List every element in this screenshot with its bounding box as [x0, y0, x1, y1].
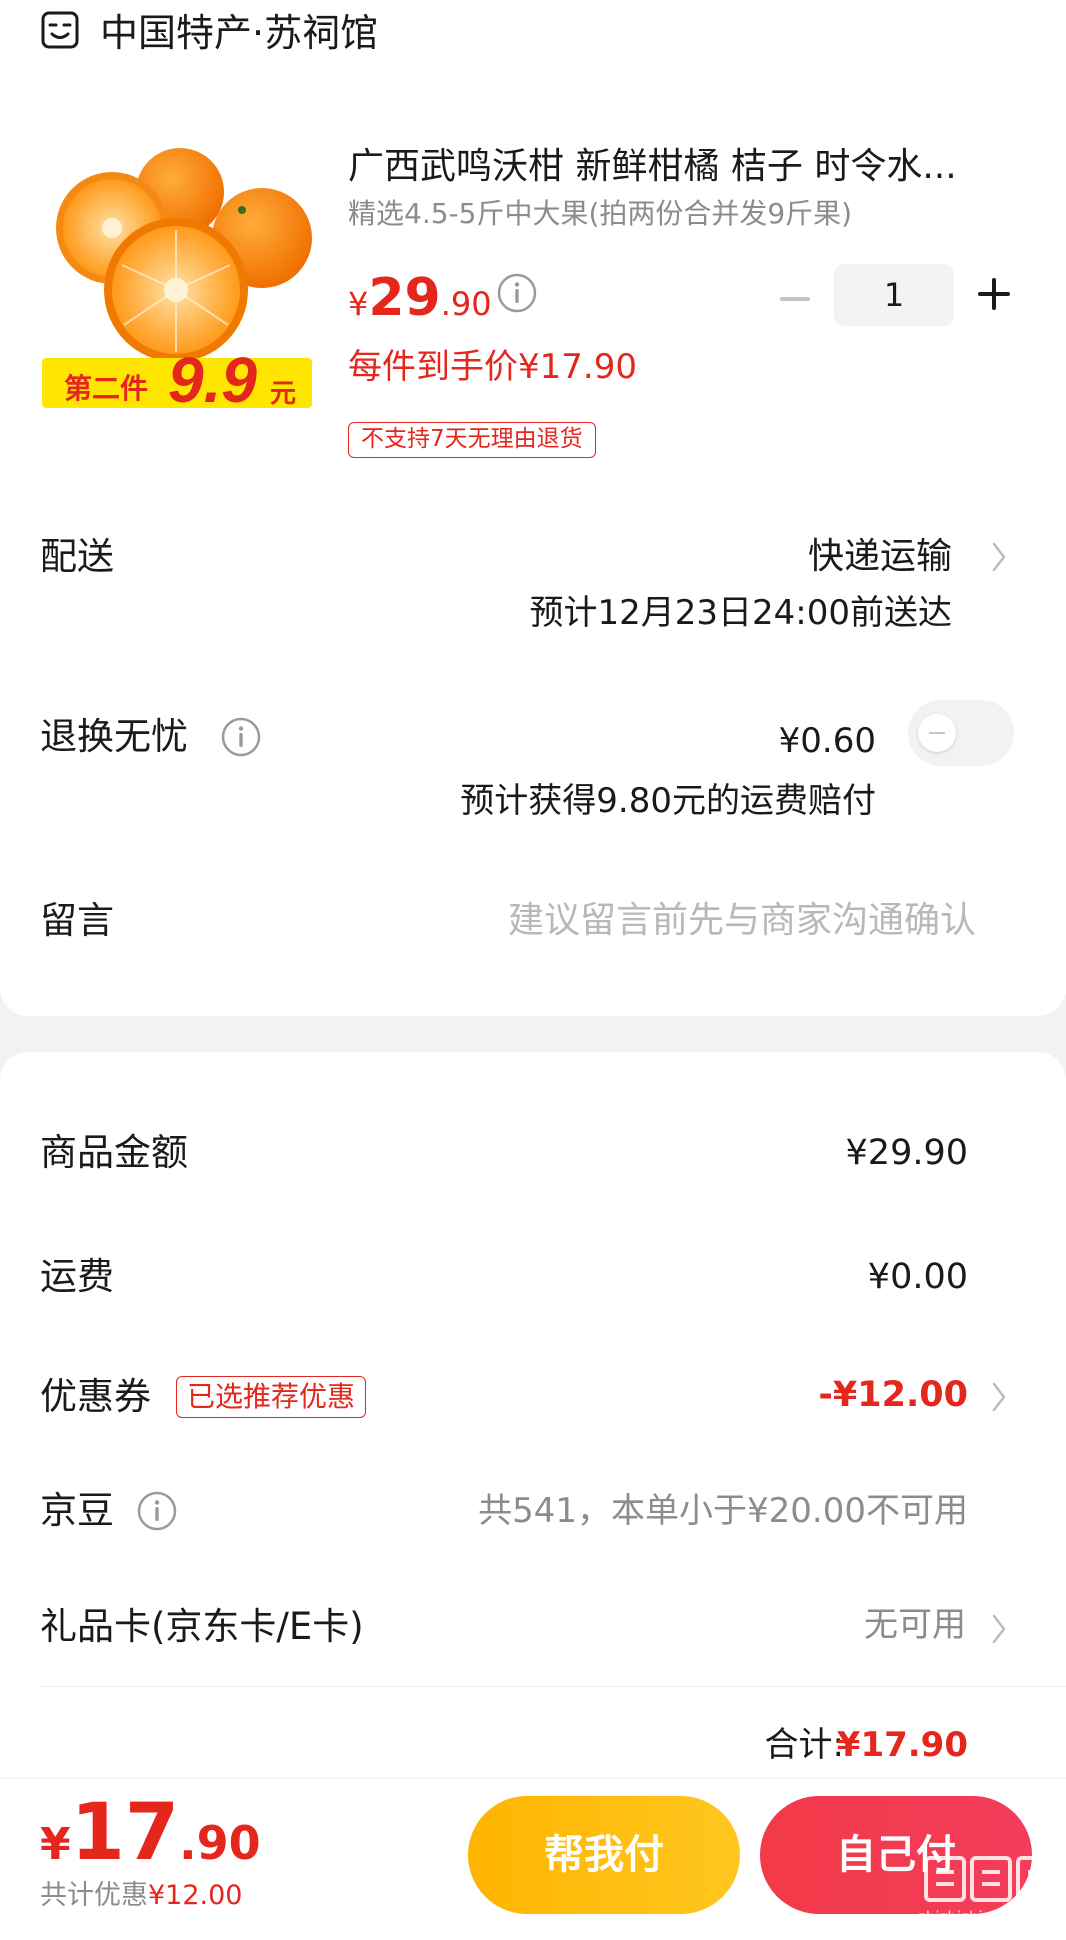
worry-free-toggle[interactable]	[908, 700, 1014, 766]
shop-name[interactable]: 中国特产·苏祠馆	[100, 8, 378, 58]
price-info-icon[interactable]	[496, 272, 538, 314]
image-badge-suffix: 元	[270, 378, 296, 408]
total-discount-value: ¥12.00	[148, 1880, 243, 1911]
increase-quantity-button[interactable]	[976, 276, 1012, 312]
message-label: 留言	[40, 899, 114, 942]
worry-free-info-icon[interactable]	[220, 716, 262, 758]
pay-total: ¥17.90	[40, 1788, 261, 1878]
decrease-quantity-button[interactable]	[778, 282, 812, 316]
goods-amount-value: ¥29.90	[845, 1133, 968, 1173]
delivery-chevron-icon[interactable]	[990, 540, 1008, 574]
giftcard-chevron-icon[interactable]	[990, 1612, 1008, 1646]
worry-free-desc: 预计获得9.80元的运费赔付	[460, 781, 876, 821]
image-badge-value: 9.9	[168, 344, 257, 416]
return-policy-tag: 不支持7天无理由退货	[348, 422, 596, 458]
price-symbol: ¥	[348, 285, 369, 323]
summary-divider	[40, 1686, 1066, 1687]
toggle-knob	[918, 714, 956, 752]
product-spec: 精选4.5-5斤中大果(拍两份合并发9斤果)	[348, 197, 853, 230]
total-value: ¥17.90	[836, 1725, 968, 1765]
worry-free-label: 退换无忧	[40, 715, 188, 758]
beans-info-icon[interactable]	[136, 1490, 178, 1532]
product-price: ¥29.90	[348, 268, 492, 328]
image-badge-prefix: 第二件	[64, 372, 148, 404]
shipping-label: 运费	[40, 1255, 114, 1298]
giftcard-value[interactable]: 无可用	[864, 1600, 966, 1650]
delivery-eta: 预计12月23日24:00前送达	[529, 593, 952, 633]
total-discount-label: 共计优惠	[40, 1880, 148, 1911]
delivery-label: 配送	[40, 535, 114, 578]
shipping-value: ¥0.00	[867, 1257, 968, 1297]
beans-label: 京豆	[40, 1489, 114, 1532]
delivery-method[interactable]: 快递运输	[808, 532, 952, 582]
pay-total-decimal: .90	[179, 1816, 261, 1870]
product-title[interactable]: 广西武鸣沃柑 新鲜柑橘 桔子 时令水...	[348, 142, 1018, 192]
total-discount: 共计优惠¥12.00	[40, 1876, 242, 1916]
help-pay-button[interactable]: 帮我付	[468, 1796, 740, 1914]
message-input[interactable]: 建议留言前先与商家沟通确认	[508, 896, 976, 946]
hand-price: 每件到手价¥17.90	[348, 347, 637, 387]
watermark-text: zhizhizhi.com	[918, 1908, 1020, 1926]
total-label: 合计:	[764, 1725, 844, 1765]
quantity-input[interactable]: 1	[834, 264, 954, 326]
product-image[interactable]: 第二件 9.9 元	[40, 140, 314, 416]
coupon-label: 优惠券	[40, 1375, 151, 1418]
pay-total-integer: 17	[70, 1788, 180, 1878]
goods-amount-label: 商品金额	[40, 1131, 188, 1174]
shop-icon	[41, 11, 79, 49]
coupon-value[interactable]: -¥12.00	[818, 1370, 968, 1420]
coupon-chevron-icon[interactable]	[990, 1380, 1008, 1414]
beans-value: 共541，本单小于¥20.00不可用	[478, 1491, 968, 1531]
price-integer: 29	[368, 268, 441, 328]
watermark-logo-icon	[924, 1856, 1058, 1902]
price-decimal: .90	[440, 285, 492, 323]
pay-total-symbol: ¥	[40, 1819, 71, 1870]
giftcard-label: 礼品卡(京东卡/E卡)	[40, 1605, 364, 1648]
coupon-badge: 已选推荐优惠	[176, 1376, 367, 1418]
worry-free-price: ¥0.60	[778, 721, 876, 761]
